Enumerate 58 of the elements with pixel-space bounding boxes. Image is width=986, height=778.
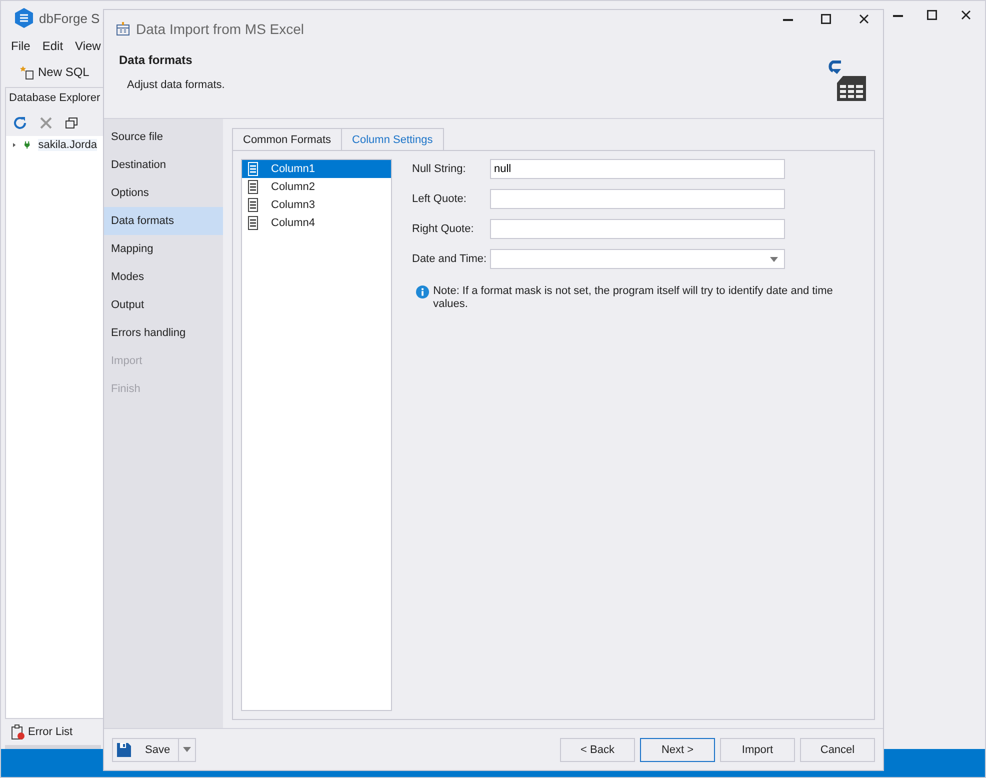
list-item[interactable]: Column2 xyxy=(242,178,391,196)
column-icon xyxy=(248,162,258,176)
refresh-icon xyxy=(12,115,28,131)
menu-item[interactable]: File xyxy=(11,39,30,55)
step-item[interactable]: Modes xyxy=(104,263,223,291)
new-sql-button[interactable]: New SQL xyxy=(15,61,94,83)
page-title: Data formats xyxy=(119,52,194,67)
input-field[interactable] xyxy=(490,189,785,209)
step-item: Import xyxy=(110,354,144,369)
calendar-icon xyxy=(116,22,130,36)
app-logo-icon xyxy=(13,7,35,29)
field-label: Left Quote: xyxy=(412,193,468,205)
list-item[interactable]: Column4 xyxy=(242,214,391,232)
list-item[interactable]: Column3 xyxy=(242,196,391,214)
maximize-icon xyxy=(821,14,831,24)
step-item[interactable]: Mapping xyxy=(104,235,223,263)
input-field[interactable]: null xyxy=(490,159,785,179)
tab[interactable]: Common Formats xyxy=(232,128,342,150)
panel-title: Database Explorer xyxy=(6,88,103,110)
column-icon xyxy=(248,216,258,230)
dialog-button[interactable]: Next > xyxy=(640,738,715,762)
step-item[interactable]: Destination xyxy=(104,151,223,179)
caret-icon xyxy=(183,747,192,752)
column-icon xyxy=(248,180,258,194)
delete-icon xyxy=(38,115,54,131)
step-item: Finish xyxy=(110,382,142,397)
note-text: Note: If a format mask is not set, the program itself will try to identify date and time values. xyxy=(433,285,834,311)
step-item[interactable]: Data formats xyxy=(104,207,223,235)
input-field[interactable] xyxy=(490,219,785,239)
field-label: Null String: xyxy=(412,163,467,175)
window-title: Data Import from MS Excel xyxy=(136,20,304,36)
page-subtitle: Adjust data formats. xyxy=(126,78,225,91)
menu-item[interactable]: Edit xyxy=(42,39,64,55)
dropdown-arrow-icon xyxy=(770,256,778,262)
app-title: dbForge S xyxy=(39,10,100,26)
close-icon xyxy=(961,10,971,20)
step-item[interactable]: Source file xyxy=(104,123,223,151)
field-label: Right Quote: xyxy=(412,223,475,235)
dialog-button[interactable]: Import xyxy=(720,738,795,762)
step-item[interactable]: Options xyxy=(104,179,223,207)
menu-item[interactable]: View xyxy=(75,39,101,55)
info-icon xyxy=(416,285,430,299)
dropdown-field[interactable] xyxy=(490,249,785,269)
clipboard-error-icon xyxy=(11,724,25,740)
dialog-button[interactable]: < Back xyxy=(560,738,635,762)
document-star-icon xyxy=(19,64,35,80)
list-item[interactable]: Column1 xyxy=(242,160,391,178)
close-icon xyxy=(859,14,869,24)
field-label: Date and Time: xyxy=(412,253,488,265)
tree-item[interactable]: sakila.Jorda xyxy=(38,139,97,151)
save-split-button[interactable]: Save xyxy=(112,738,196,762)
tab[interactable]: Column Settings xyxy=(342,128,444,151)
windows-icon xyxy=(64,115,80,131)
step-item[interactable]: Output xyxy=(104,291,223,319)
step-item[interactable]: Errors handling xyxy=(104,319,223,347)
dialog-button[interactable]: Cancel xyxy=(800,738,875,762)
maximize-icon xyxy=(927,10,937,20)
column-icon xyxy=(248,198,258,212)
